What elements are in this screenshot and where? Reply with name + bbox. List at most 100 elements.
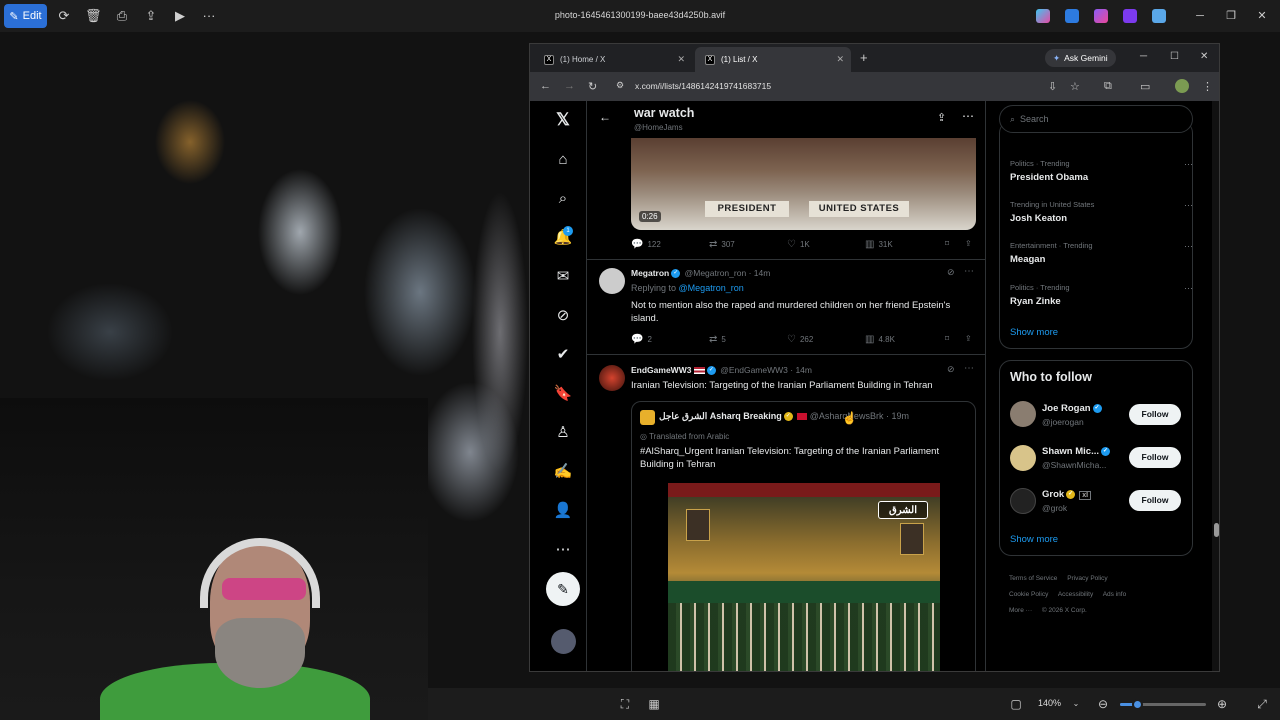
trend-item[interactable]: Entertainment · Trending Meagan <box>1010 241 1180 265</box>
site-info-icon[interactable]: ⚙ <box>616 80 624 91</box>
footer-link[interactable]: Ads info <box>1103 591 1127 598</box>
home-icon[interactable]: ⌂ <box>553 150 573 170</box>
maximize-icon[interactable]: ☐ <box>1170 51 1179 62</box>
post-time[interactable]: · 14m <box>790 365 812 375</box>
avatar[interactable] <box>1010 445 1036 471</box>
actual-size-icon[interactable]: ▢ <box>1008 696 1024 712</box>
chevron-down-icon[interactable]: ⌄ <box>1068 696 1084 712</box>
account-name[interactable]: Joe Rogan ✓ <box>1042 403 1104 414</box>
expand-icon[interactable]: ⤢ <box>1254 696 1270 712</box>
forward-icon[interactable]: → <box>564 80 575 92</box>
like-button[interactable]: ♡ 262 <box>787 334 813 345</box>
close-icon[interactable]: ✕ <box>677 54 685 65</box>
new-tab-button[interactable]: + <box>860 50 868 65</box>
zoom-level[interactable]: 140% <box>1038 698 1061 708</box>
post-button[interactable]: ✎ <box>546 572 580 606</box>
extensions-icon[interactable]: ⧉ <box>1104 80 1112 93</box>
back-icon[interactable]: ← <box>540 80 551 92</box>
app-icon[interactable] <box>1094 9 1108 23</box>
app-icon[interactable] <box>1123 9 1137 23</box>
back-arrow-icon[interactable]: ← <box>599 110 611 124</box>
follow-button[interactable]: Follow <box>1129 404 1181 425</box>
sidepanel-icon[interactable]: ▭ <box>1140 80 1150 93</box>
trend-item[interactable]: Trending in United States Josh Keaton <box>1010 200 1180 224</box>
zoom-out-icon[interactable]: ⊖ <box>1095 696 1111 712</box>
menu-icon[interactable]: ⋮ <box>1202 80 1213 93</box>
views-button[interactable]: ▥ 4.8K <box>865 334 895 345</box>
share-icon[interactable]: ⇪ <box>965 239 972 248</box>
fit-icon[interactable]: ⛶ <box>617 696 633 712</box>
jobs-icon[interactable]: ♙ <box>553 423 573 443</box>
trend-item[interactable]: Politics · Trending Ryan Zinke <box>1010 283 1180 307</box>
repost-button[interactable]: ⇄ 5 <box>709 334 726 345</box>
copilot-icon[interactable] <box>1036 9 1050 23</box>
account-name[interactable]: Grok ✓ xI <box>1042 489 1092 500</box>
install-icon[interactable]: ⇩ <box>1048 80 1057 93</box>
x-logo-icon[interactable]: 𝕏 <box>553 110 573 130</box>
scrollbar-thumb[interactable] <box>1214 523 1219 537</box>
author-name[interactable]: Megatron <box>631 268 669 278</box>
filmstrip-icon[interactable]: ▦ <box>646 696 662 712</box>
search-icon[interactable]: ⌕ <box>553 189 573 209</box>
replying-handle[interactable]: @Megatron_ron <box>679 283 744 293</box>
tab-list[interactable]: X (1) List / X ✕ <box>695 47 851 72</box>
avatar[interactable] <box>599 268 625 294</box>
avatar[interactable] <box>551 629 576 654</box>
more-icon[interactable]: ⋯ <box>964 363 974 374</box>
close-icon[interactable]: ✕ <box>836 54 844 65</box>
bookmark-star-icon[interactable]: ☆ <box>1070 80 1080 93</box>
reload-icon[interactable]: ↻ <box>588 80 597 93</box>
share-icon[interactable]: ⇪ <box>937 111 946 124</box>
zoom-in-icon[interactable]: ⊕ <box>1214 696 1230 712</box>
bookmarks-icon[interactable]: 🔖 <box>553 384 573 404</box>
close-icon[interactable]: ✕ <box>1254 8 1270 24</box>
avatar[interactable] <box>1010 488 1036 514</box>
more-icon[interactable]: ⋯ <box>962 109 974 123</box>
more-icon[interactable]: ⋯ <box>553 540 573 560</box>
footer-link[interactable]: Terms of Service <box>1009 575 1057 582</box>
share-icon[interactable]: ⇪ <box>965 334 972 343</box>
minimize-icon[interactable]: ─ <box>1192 8 1208 24</box>
footer-link[interactable]: More ··· <box>1009 607 1032 614</box>
reply-button[interactable]: 💬 122 <box>631 239 661 250</box>
url-input[interactable]: x.com/i/lists/1486142419741683715 <box>635 81 771 91</box>
show-more-link[interactable]: Show more <box>1010 327 1058 338</box>
avatar[interactable] <box>599 365 625 391</box>
more-icon[interactable]: ⋯ <box>1184 159 1193 170</box>
footer-link[interactable]: Accessibility <box>1058 591 1093 598</box>
zoom-thumb[interactable] <box>1132 699 1144 710</box>
author-name[interactable]: EndGameWW3 <box>631 365 691 375</box>
video-player[interactable]: PRESIDENT UNITED STATES 0:26 <box>631 138 976 230</box>
cloud-icon[interactable] <box>1152 9 1166 23</box>
footer-link[interactable]: Privacy Policy <box>1067 575 1107 582</box>
follow-button[interactable]: Follow <box>1129 447 1181 468</box>
bookmark-icon[interactable]: ⌑ <box>945 239 949 248</box>
post-time[interactable]: · 14m <box>749 268 771 278</box>
more-icon[interactable]: ⋯ <box>1184 200 1193 211</box>
bookmark-icon[interactable]: ⌑ <box>945 334 949 343</box>
maximize-icon[interactable]: ❐ <box>1223 8 1239 24</box>
verified-icon[interactable]: ✔ <box>553 345 573 365</box>
author-handle[interactable]: @EndGameWW3 <box>720 365 788 375</box>
trend-item[interactable]: Politics · Trending President Obama <box>1010 159 1180 183</box>
author-handle[interactable]: @Megatron_ron <box>685 268 747 278</box>
footer-link[interactable]: Cookie Policy <box>1009 591 1048 598</box>
views-button[interactable]: ▥ 31K <box>865 239 893 250</box>
repost-button[interactable]: ⇄ 307 <box>709 239 735 250</box>
profile-avatar[interactable] <box>1175 79 1189 93</box>
scrollbar[interactable] <box>1212 101 1219 671</box>
search-input[interactable]: ⌕ Search <box>999 105 1193 133</box>
ask-gemini-button[interactable]: ✦ Ask Gemini <box>1045 49 1116 67</box>
account-name[interactable]: Shawn Mic... ✓ <box>1042 446 1112 457</box>
zoom-slider[interactable] <box>1120 699 1206 710</box>
articles-icon[interactable]: ✍ <box>553 462 573 482</box>
more-icon[interactable]: ⋯ <box>1184 241 1193 252</box>
more-icon[interactable]: ⋯ <box>964 266 974 277</box>
profile-icon[interactable]: 👤 <box>553 501 573 521</box>
more-icon[interactable]: ⋯ <box>1184 283 1193 294</box>
tab-home[interactable]: X (1) Home / X ✕ <box>534 47 692 72</box>
reply-button[interactable]: 💬 2 <box>631 334 652 345</box>
follow-button[interactable]: Follow <box>1129 490 1181 511</box>
list-handle[interactable]: @HomeJams <box>634 123 683 132</box>
messages-icon[interactable]: ✉ <box>553 267 573 287</box>
